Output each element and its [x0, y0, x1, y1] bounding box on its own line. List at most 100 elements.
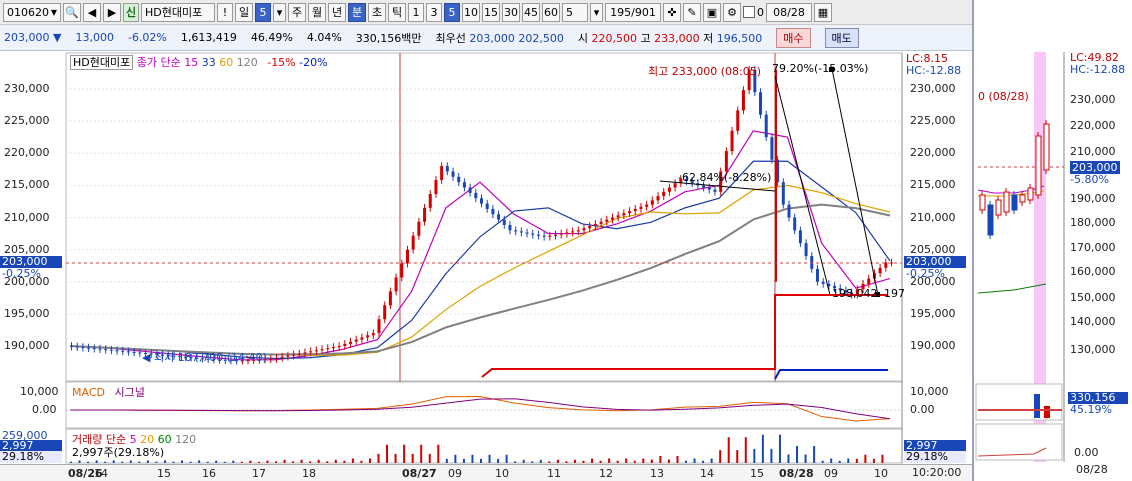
- daily-hc-label: HC:-12.88: [1070, 63, 1126, 76]
- candle-body: [451, 171, 455, 177]
- volume-bar: [599, 460, 602, 463]
- y-tick-left: 190,000: [4, 339, 50, 352]
- interval-60[interactable]: 60: [542, 2, 560, 22]
- tab-yearly[interactable]: 년: [328, 2, 346, 22]
- period-day-button[interactable]: 일: [235, 2, 253, 22]
- volume-bar: [650, 459, 653, 463]
- zero-checkbox[interactable]: 0: [743, 6, 764, 19]
- candle-body: [804, 243, 808, 257]
- time-label: 08/28: [779, 467, 814, 480]
- volume-bar: [539, 459, 542, 463]
- settings-gear-icon[interactable]: ⚙: [723, 2, 741, 22]
- interval-10[interactable]: 10: [462, 2, 480, 22]
- prev-stock-icon[interactable]: ◀: [83, 2, 101, 22]
- tab-tick[interactable]: 틱: [388, 2, 406, 22]
- candle-body: [115, 350, 119, 352]
- count-input[interactable]: 5: [562, 2, 588, 22]
- sell-button[interactable]: 매도: [824, 27, 859, 48]
- date-field[interactable]: 08/28: [766, 2, 812, 22]
- volume-bar: [462, 458, 465, 463]
- candle-body: [440, 166, 444, 181]
- top-toolbar: 010620 ▼ 🔍 ◀ ▶ 신 HD현대미포 ! 일 5 ▾ 주 월 년 분 초…: [0, 0, 972, 25]
- candle-body: [559, 233, 563, 235]
- volume-bar: [129, 460, 132, 463]
- candle-body: [81, 347, 85, 349]
- stock-code-input[interactable]: 010620 ▼: [3, 2, 61, 22]
- interval-45[interactable]: 45: [522, 2, 540, 22]
- volume-bar: [266, 460, 269, 463]
- volume-bar: [351, 458, 354, 463]
- interval-3[interactable]: 3: [426, 2, 442, 22]
- volume-bar: [445, 458, 448, 463]
- save-icon[interactable]: ▣: [703, 2, 721, 22]
- period-dropdown-icon[interactable]: ▾: [273, 2, 286, 22]
- volume-bar: [163, 460, 166, 463]
- count-dropdown-icon[interactable]: ▾: [590, 2, 603, 22]
- search-icon[interactable]: 🔍: [63, 2, 81, 22]
- tab-weekly[interactable]: 주: [288, 2, 306, 22]
- volume-bar: [591, 458, 594, 463]
- candle-body: [867, 278, 871, 284]
- candle-body: [616, 215, 620, 218]
- candle-body: [417, 221, 421, 236]
- candle-body: [337, 346, 341, 348]
- time-label: 17: [252, 467, 266, 480]
- candle-body: [599, 221, 603, 224]
- daily-vol-bar-1: [1034, 394, 1040, 418]
- legend-ma60: 60: [219, 56, 234, 69]
- volume-bar: [676, 456, 679, 463]
- volume-bar: [813, 446, 816, 463]
- volume-bar: [642, 458, 645, 463]
- checkbox-label: 0: [757, 5, 764, 19]
- candle-body: [650, 200, 654, 205]
- volume-bar: [565, 461, 568, 463]
- tab-minute[interactable]: 분: [348, 2, 366, 22]
- volume-bar: [573, 459, 576, 463]
- crosshair-tool-icon[interactable]: ✜: [663, 2, 681, 22]
- candle-body: [132, 351, 136, 353]
- fib-low-label: 198,042: [832, 287, 878, 300]
- checkbox-box[interactable]: [743, 6, 755, 18]
- tab-monthly[interactable]: 월: [308, 2, 326, 22]
- candle-body: [394, 277, 398, 292]
- volume-bar: [719, 450, 722, 463]
- volume-bar: [275, 461, 277, 463]
- stock-name-field[interactable]: HD현대미포: [141, 2, 215, 22]
- quote-ratio2: 4.04%: [306, 31, 342, 44]
- volume-ma120: 120: [175, 433, 197, 446]
- time-label: 11: [547, 467, 561, 480]
- daily-candle-body: [1035, 135, 1042, 196]
- draw-tool-icon[interactable]: ✎: [683, 2, 701, 22]
- candle-body: [309, 351, 313, 353]
- period-num[interactable]: 5: [255, 2, 271, 22]
- legend-ma15: 15: [184, 56, 199, 69]
- calendar-icon[interactable]: ▦: [814, 2, 832, 22]
- chart-area[interactable]: HD현대미포 종가 단순 15 33 60 120 -15% -20% 최고 2…: [0, 51, 972, 481]
- candle-body: [730, 130, 734, 152]
- interval-30[interactable]: 30: [502, 2, 520, 22]
- alert-icon[interactable]: !: [217, 2, 233, 22]
- next-stock-icon[interactable]: ▶: [103, 2, 121, 22]
- candle-body: [275, 357, 278, 359]
- volume-bar: [121, 461, 124, 463]
- candle-body: [713, 189, 717, 192]
- candle-body: [702, 185, 706, 188]
- candle-body: [75, 346, 79, 348]
- daily-osc-zero: 0.00: [1074, 446, 1099, 459]
- macd-y-top-right: 10,000: [910, 385, 949, 398]
- daily-candle-body: [979, 194, 986, 211]
- legend-stock-name: HD현대미포: [70, 55, 134, 70]
- volume-bar: [198, 460, 201, 463]
- interval-1[interactable]: 1: [408, 2, 424, 22]
- interval-5[interactable]: 5: [444, 2, 460, 22]
- volume-bar: [838, 460, 841, 463]
- current-pct-label: -0.25%: [906, 267, 945, 280]
- buy-button[interactable]: 매수: [776, 27, 811, 48]
- volume-bar: [334, 459, 337, 463]
- interval-15[interactable]: 15: [482, 2, 500, 22]
- candle-body: [628, 211, 632, 214]
- tab-second[interactable]: 초: [368, 2, 386, 22]
- candle-body: [764, 114, 768, 138]
- volume-bar: [394, 453, 397, 463]
- daily-chart-panel[interactable]: LC:49.82 HC:-12.88 0 (08/28) 230,000 220,…: [972, 0, 1132, 481]
